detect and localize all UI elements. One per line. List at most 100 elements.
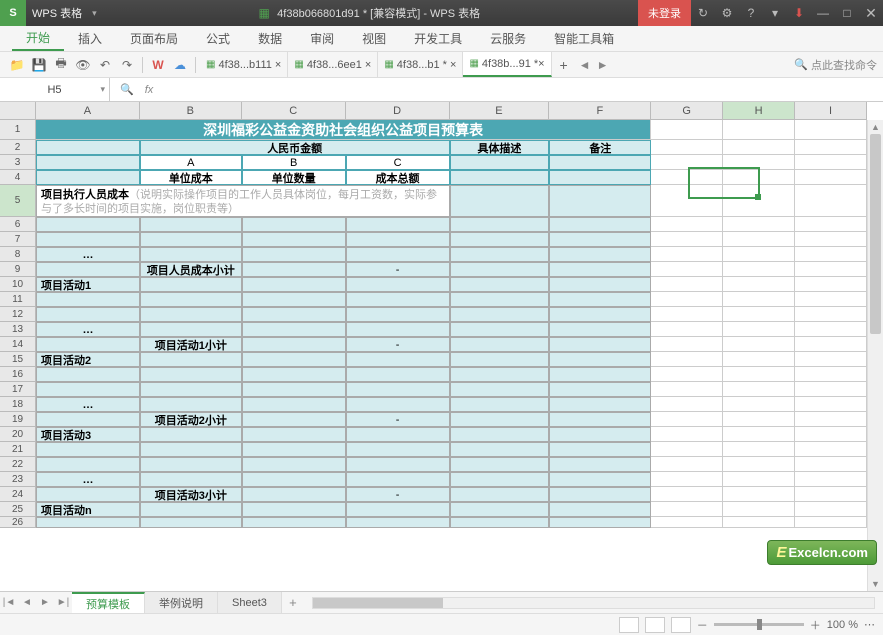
hscroll-thumb[interactable] [313,598,443,608]
table-cell[interactable] [140,442,242,457]
table-cell[interactable] [346,232,450,247]
update-icon[interactable]: ⬇ [787,6,811,20]
table-cell[interactable] [549,277,651,292]
table-cell[interactable] [450,397,550,412]
row-header-23[interactable]: 23 [0,472,36,487]
table-cell[interactable] [140,277,242,292]
print-icon[interactable]: 🖶 [51,55,71,75]
table-cell[interactable] [140,217,242,232]
table-cell[interactable] [242,247,346,262]
table-cell[interactable] [651,487,723,502]
gear-icon[interactable]: ⚙ [715,6,739,20]
table-cell[interactable] [450,382,550,397]
tab-prev-icon[interactable]: ◄ [576,58,594,72]
table-cell[interactable] [140,472,242,487]
table-cell[interactable] [36,292,140,307]
table-cell[interactable] [795,367,867,382]
help-icon[interactable]: ? [739,6,763,20]
table-cell[interactable] [795,322,867,337]
table-cell[interactable] [795,352,867,367]
table-cell[interactable] [651,382,723,397]
table-cell[interactable] [140,352,242,367]
table-cell[interactable]: 项目活动3 [36,427,140,442]
row-header-8[interactable]: 8 [0,247,36,262]
table-cell[interactable] [36,412,140,427]
table-cell[interactable] [549,322,651,337]
table-cell[interactable] [242,502,346,517]
sheet-nav-first[interactable]: |◄ [0,597,18,608]
preview-icon[interactable]: 👁 [73,55,93,75]
col-header-B[interactable]: B [140,102,242,120]
row-header-1[interactable]: 1 [0,120,36,140]
table-cell[interactable] [242,442,346,457]
row-header-3[interactable]: 3 [0,155,36,170]
app-dropdown-icon[interactable]: ▾ [88,8,101,19]
sheet-tab-1[interactable]: 预算模板 [72,592,145,613]
table-cell[interactable] [450,322,550,337]
table-cell[interactable] [140,502,242,517]
table-cell[interactable] [795,412,867,427]
row-header-18[interactable]: 18 [0,397,36,412]
zoom-level[interactable]: 100 % [827,619,858,631]
table-cell[interactable] [36,262,140,277]
sheet-nav-next[interactable]: ► [36,597,54,608]
table-cell[interactable] [795,247,867,262]
close-button[interactable]: ✕ [859,5,883,22]
table-cell[interactable] [723,382,795,397]
table-cell[interactable] [723,412,795,427]
table-cell[interactable] [450,502,550,517]
table-cell[interactable] [723,487,795,502]
table-cell[interactable] [450,292,550,307]
table-cell[interactable]: 项目活动2 [36,352,140,367]
row-header-7[interactable]: 7 [0,232,36,247]
tab-formula[interactable]: 公式 [192,26,244,51]
col-header-E[interactable]: E [450,102,550,120]
table-cell[interactable] [242,397,346,412]
table-cell[interactable]: 项目活动2小计 [140,412,242,427]
table-cell[interactable] [795,382,867,397]
redo-icon[interactable]: ↷ [117,55,137,75]
table-cell[interactable] [346,307,450,322]
table-cell[interactable] [450,442,550,457]
row-header-9[interactable]: 9 [0,262,36,277]
table-cell[interactable] [450,472,550,487]
tab-dev[interactable]: 开发工具 [400,26,476,51]
table-cell[interactable] [549,382,651,397]
tab-start[interactable]: 开始 [12,26,64,51]
zoom-in-button[interactable]: ＋ [810,617,821,633]
table-cell[interactable] [651,427,723,442]
table-cell[interactable] [140,247,242,262]
row-header-26[interactable]: 26 [0,517,36,528]
table-cell[interactable] [140,232,242,247]
tab-data[interactable]: 数据 [244,26,296,51]
table-cell[interactable] [795,487,867,502]
table-cell[interactable] [242,337,346,352]
table-cell[interactable] [723,337,795,352]
table-cell[interactable] [723,262,795,277]
table-cell[interactable] [36,217,140,232]
table-cell[interactable] [450,277,550,292]
table-cell[interactable] [36,487,140,502]
table-cell[interactable] [346,367,450,382]
table-cell[interactable] [795,262,867,277]
table-cell[interactable] [140,292,242,307]
table-cell[interactable] [795,427,867,442]
table-cell[interactable] [549,292,651,307]
table-cell[interactable] [450,352,550,367]
table-cell[interactable] [36,517,140,528]
table-cell[interactable] [795,337,867,352]
table-cell[interactable] [723,217,795,232]
table-cell[interactable] [450,247,550,262]
table-cell[interactable] [36,382,140,397]
table-cell[interactable] [450,457,550,472]
table-cell[interactable]: 项目活动1小计 [140,337,242,352]
table-cell[interactable] [549,397,651,412]
row-header-12[interactable]: 12 [0,307,36,322]
vertical-scrollbar[interactable]: ▲ ▼ [867,120,883,591]
table-cell[interactable] [651,367,723,382]
table-cell[interactable] [651,397,723,412]
table-cell[interactable] [651,352,723,367]
open-icon[interactable]: 📁 [7,55,27,75]
wps-w-icon[interactable]: W [148,55,168,75]
view-normal-icon[interactable] [619,617,639,633]
